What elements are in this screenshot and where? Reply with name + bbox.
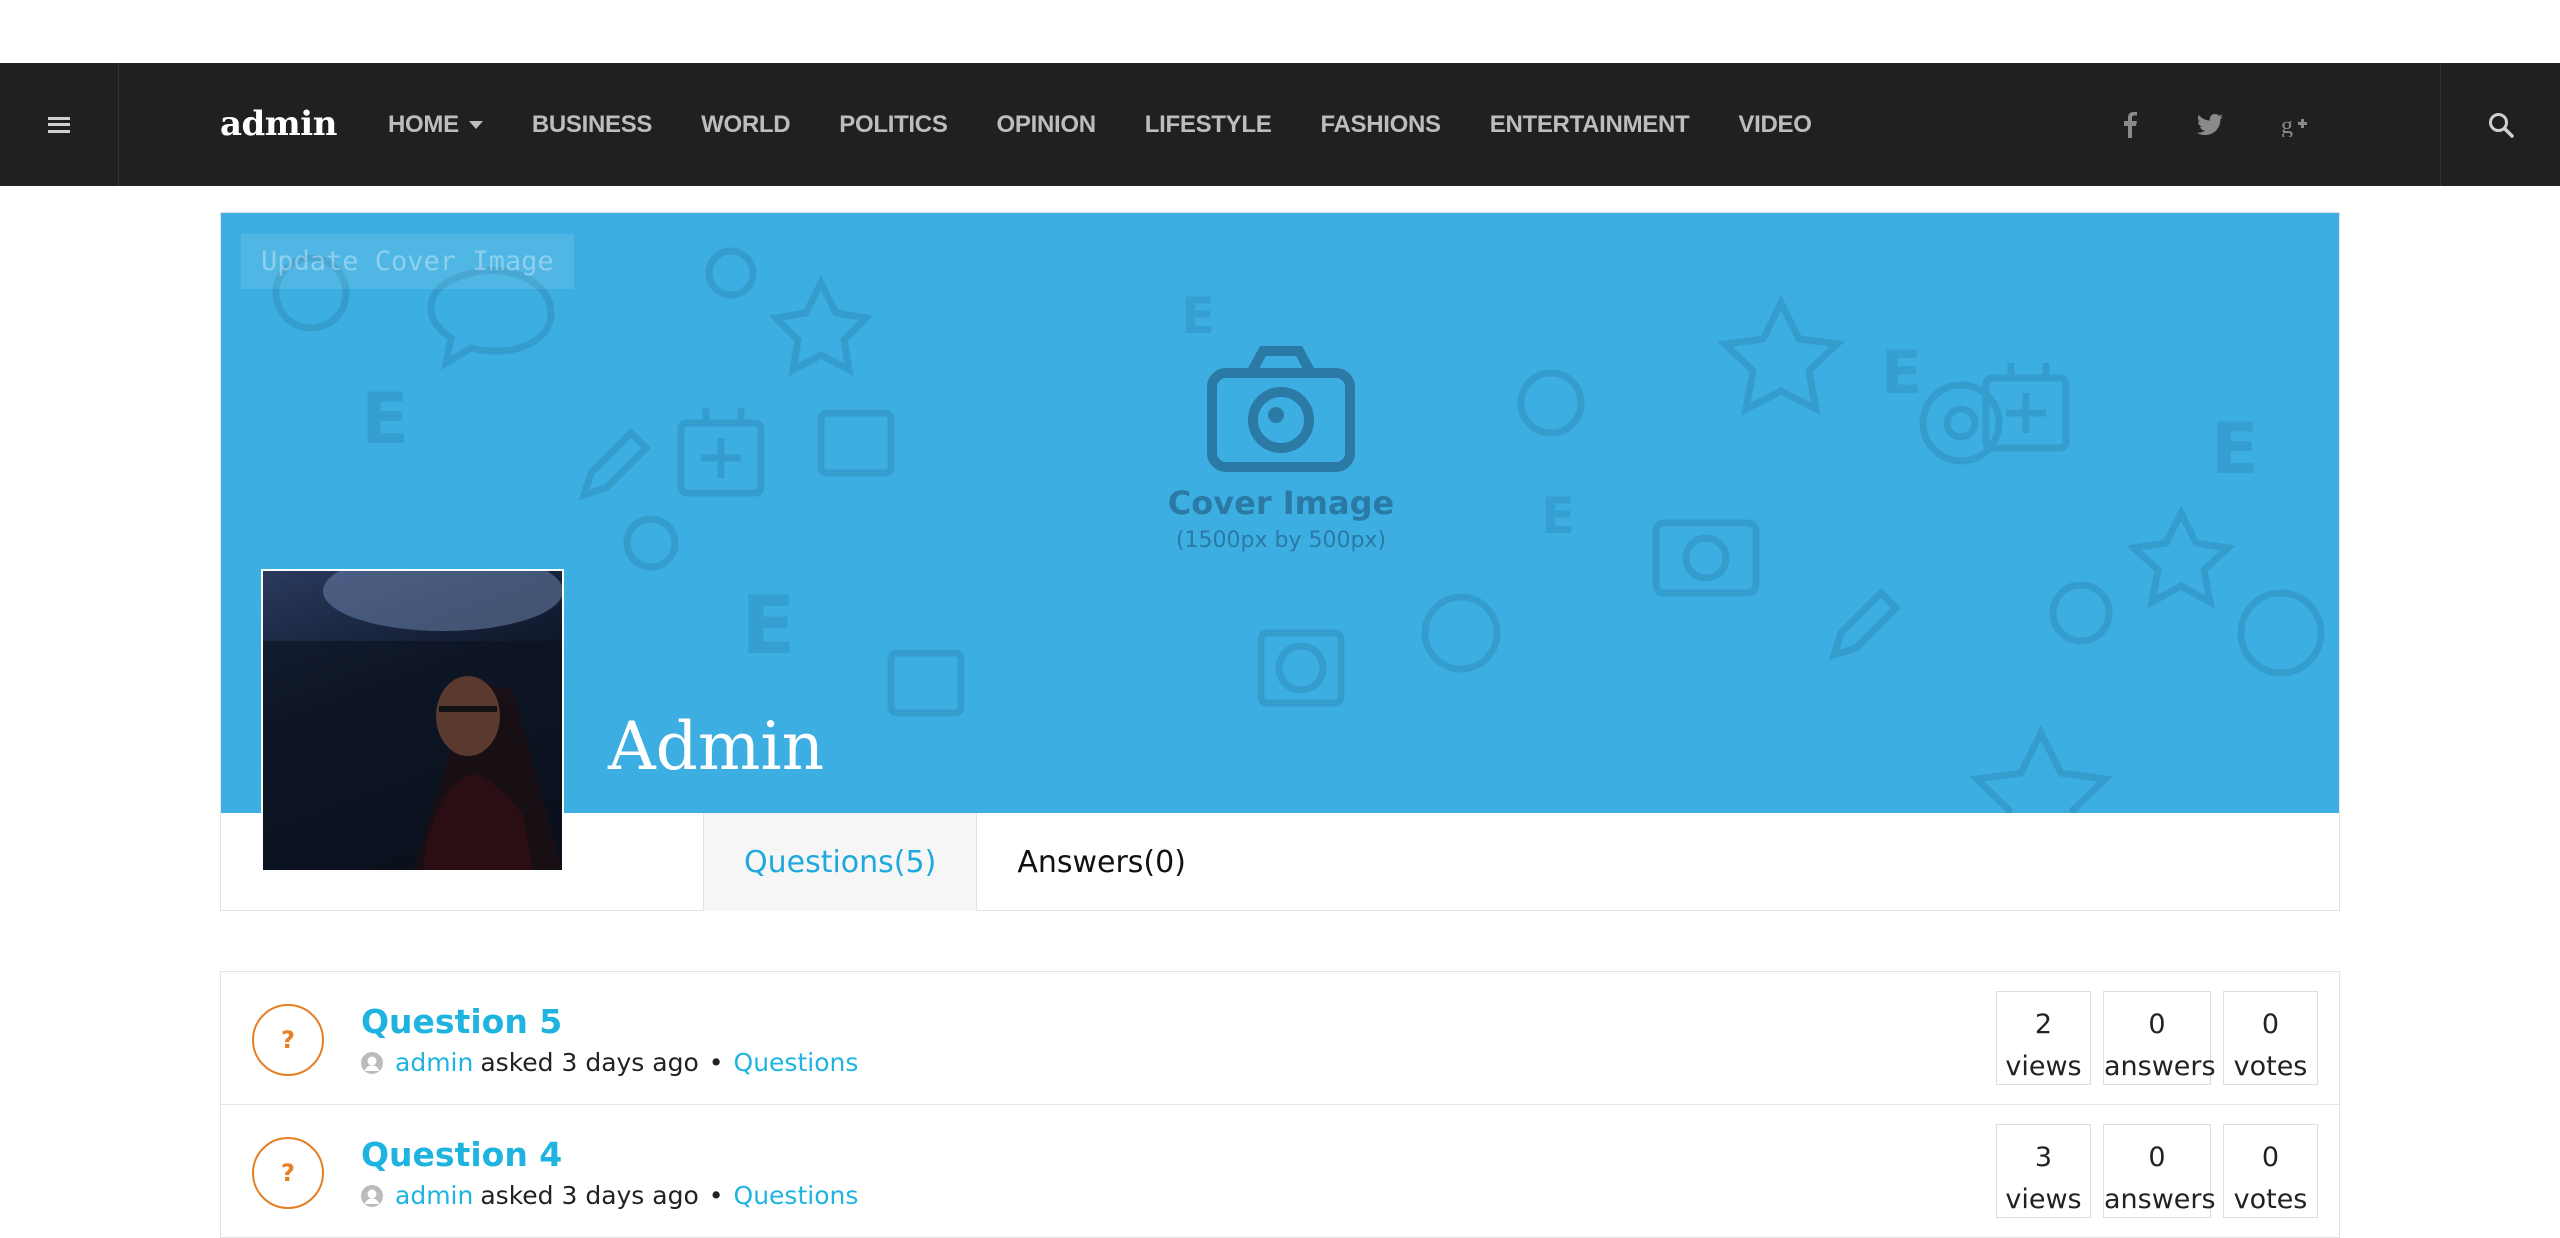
nav-item-politics[interactable]: POLITICS: [839, 111, 948, 139]
svg-text:E: E: [741, 579, 796, 672]
question-list: ? Question 5 admin asked 3 days ago • Qu…: [220, 971, 2340, 1238]
question-badge: ?: [252, 1137, 324, 1209]
category-link[interactable]: Questions: [734, 1181, 859, 1210]
avatar[interactable]: [261, 569, 564, 872]
cover-placeholder-dims: (1500px by 500px): [1175, 528, 1387, 553]
nav-item-home[interactable]: HOME: [388, 111, 483, 139]
cover-placeholder-title: Cover Image: [1167, 484, 1395, 522]
nav-item-entertainment[interactable]: ENTERTAINMENT: [1490, 111, 1690, 139]
question-title-link[interactable]: Question 5: [361, 1002, 562, 1041]
meta-separator: •: [708, 1181, 724, 1210]
site-logo[interactable]: admin: [220, 63, 337, 186]
question-meta: admin asked 3 days ago • Questions: [361, 1048, 858, 1077]
answers-count: 0 answers: [2103, 991, 2216, 1085]
question-stats: 2 views 0 answers 0 votes: [1984, 991, 2318, 1085]
update-cover-button[interactable]: Update Cover Image: [241, 234, 574, 289]
google-plus-icon[interactable]: g: [2276, 63, 2316, 186]
main-nav: HOME BUSINESS WORLD POLITICS OPINION LIF…: [388, 63, 1861, 186]
question-stats: 3 views 0 answers 0 votes: [1984, 1124, 2318, 1218]
profile-name: Admin: [608, 708, 825, 785]
votes-count: 0 votes: [2223, 1124, 2318, 1218]
user-avatar-icon: [361, 1184, 383, 1207]
svg-text:E: E: [361, 378, 409, 460]
top-navbar: admin HOME BUSINESS WORLD POLITICS OPINI…: [0, 63, 2560, 186]
category-link[interactable]: Questions: [734, 1048, 859, 1077]
profile-tabs: Questions(5) Answers(0): [703, 813, 1226, 911]
votes-count: 0 votes: [2223, 991, 2318, 1085]
search-icon: [2488, 112, 2514, 138]
svg-text:g: g: [2281, 113, 2293, 137]
author-link[interactable]: admin: [395, 1048, 473, 1077]
views-count: 3 views: [1996, 1124, 2091, 1218]
views-count: 2 views: [1996, 991, 2091, 1085]
cover-placeholder: Cover Image (1500px by 500px): [1121, 343, 1441, 553]
user-avatar-icon: [361, 1051, 383, 1074]
nav-item-opinion[interactable]: OPINION: [997, 111, 1097, 139]
menu-button[interactable]: [0, 63, 119, 186]
asked-time: asked 3 days ago: [480, 1048, 699, 1077]
list-item: ? Question 4 admin asked 3 days ago • Qu…: [220, 1104, 2340, 1238]
svg-text:E: E: [1181, 287, 1215, 345]
hamburger-icon: [48, 116, 70, 133]
caret-down-icon: [468, 120, 483, 129]
search-button[interactable]: [2440, 63, 2560, 186]
svg-text:E: E: [1541, 487, 1575, 545]
question-title-link[interactable]: Question 4: [361, 1135, 562, 1174]
question-badge: ?: [252, 1004, 324, 1076]
svg-text:E: E: [2211, 408, 2259, 490]
nav-item-lifestyle[interactable]: LIFESTYLE: [1145, 111, 1272, 139]
tab-questions[interactable]: Questions(5): [704, 813, 978, 911]
list-item: ? Question 5 admin asked 3 days ago • Qu…: [220, 971, 2340, 1105]
asked-time: asked 3 days ago: [480, 1181, 699, 1210]
svg-text:E: E: [1881, 338, 1922, 408]
question-meta: admin asked 3 days ago • Questions: [361, 1181, 858, 1210]
meta-separator: •: [708, 1048, 724, 1077]
author-link[interactable]: admin: [395, 1181, 473, 1210]
nav-item-fashions[interactable]: FASHIONS: [1320, 111, 1441, 139]
answers-count: 0 answers: [2103, 1124, 2216, 1218]
nav-item-video[interactable]: VIDEO: [1738, 111, 1811, 139]
nav-item-world[interactable]: WORLD: [701, 111, 790, 139]
tab-answers[interactable]: Answers(0): [977, 813, 1226, 911]
facebook-icon[interactable]: [2110, 63, 2150, 186]
nav-item-business[interactable]: BUSINESS: [532, 111, 653, 139]
camera-icon: [1207, 346, 1355, 472]
profile-card: E E E E E E Update Cover Image Cover Image …: [220, 212, 2340, 911]
avatar-photo-icon: [263, 571, 562, 870]
twitter-icon[interactable]: [2190, 63, 2230, 186]
